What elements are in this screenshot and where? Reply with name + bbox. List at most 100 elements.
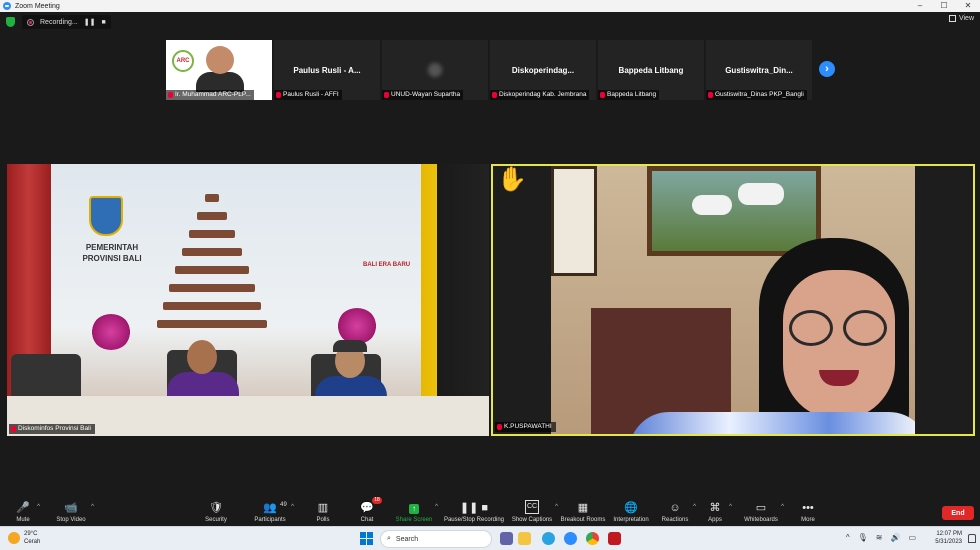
horse-painting [647,166,821,256]
stop-video-button[interactable]: 📹 Stop Video ^ [52,496,94,526]
zoom-icon[interactable] [564,532,577,545]
clock-date: 5/31/2023 [935,539,962,545]
reactions-icon: ☺ [669,502,681,514]
mute-button[interactable]: 🎤 Mute ^ [10,496,40,526]
orchid-flowers [337,308,377,344]
pdf-reader-icon[interactable] [608,532,621,545]
breakout-rooms-button[interactable]: ▦ Breakout Rooms [560,496,606,526]
participant-name: Diskoperindag... [511,65,575,75]
chat-button[interactable]: 💬 18 Chat [356,496,382,526]
video-camera-icon: 📹 [64,502,78,514]
end-meeting-button[interactable]: End [942,506,974,520]
teams-icon[interactable] [500,532,513,545]
raised-hand-icon: ✋ [497,166,527,193]
maximize-button[interactable]: ☐ [932,0,956,12]
mic-muted-icon [276,92,281,98]
interpretation-button[interactable]: 🌐 Interpretation [612,496,650,526]
battery-icon[interactable]: ▭ [908,533,916,542]
participant-label: Paulus Rusli - AFFI [274,90,342,100]
arc-logo: ARC [172,50,194,72]
video-diskominfos[interactable]: PEMERINTAH PROVINSI BALI BALI ERA BARU D… [7,164,489,436]
search-placeholder: Search [395,535,419,543]
file-explorer-icon[interactable] [518,532,531,545]
banner-slogan: BALI ERA BARU [363,262,411,268]
participant-tile[interactable]: Gustiswitra_Din... Gustiswitra_Dinas PKP… [706,40,812,100]
chrome-icon[interactable] [586,532,599,545]
participant-label: Bappeda Litbang [598,90,660,100]
window-title: Zoom Meeting [15,2,60,10]
participant-tile[interactable]: Diskoperindag... Diskoperindag Kab. Jemb… [490,40,596,100]
recording-controls-icon: ❚❚ ■ [459,502,489,514]
shield-icon: 🛡 [209,502,223,514]
participant-label: Gustiswitra_Dinas PKP_Bangli [706,90,807,100]
mic-muted-icon [497,424,502,430]
zoom-logo-icon [3,2,11,10]
telegram-icon[interactable] [542,532,555,545]
polls-button[interactable]: ▥ Polls [312,496,334,526]
clock-time: 12:07 PM [936,531,962,537]
weather-temp: 29°C [24,531,38,537]
polls-icon: ▥ [317,502,329,514]
microphone-icon: 🎤 [16,502,30,514]
recording-indicator: Recording... ❚❚ ■ [22,15,111,29]
participant-tile[interactable]: Paulus Rusli - A... Paulus Rusli - AFFI [274,40,380,100]
security-button[interactable]: 🛡 Security [200,496,232,526]
sun-icon [8,532,20,544]
participant-strip: ARC Ir. Muhammad ARC-PLP... Paulus Rusli… [166,40,812,100]
participant-label: Diskoperindag Kab. Jembrana [490,90,590,100]
system-tray: ^ 🎙 ≋ 🔊 ▭ [846,533,916,542]
participant-name: Bappeda Litbang [618,65,684,75]
participant-tile[interactable]: ARC Ir. Muhammad ARC-PLP... [166,40,272,100]
captions-icon: CC [524,500,540,514]
room-backdrop [551,166,929,434]
more-button[interactable]: ••• More [798,496,818,526]
taskbar-clock[interactable]: 12:07 PM 5/31/2023 [935,530,962,546]
mic-muted-icon [492,92,497,98]
windows-start-icon[interactable] [360,532,373,545]
next-page-button[interactable]: › [819,61,835,77]
stop-recording-button[interactable]: ■ [101,19,105,26]
chat-unread-badge: 18 [372,497,382,504]
participant-tile[interactable]: Bappeda Litbang Bappeda Litbang [598,40,704,100]
participant-tile[interactable]: UNUD-Wayan Supartha [382,40,488,100]
chevron-up-icon: ^ [435,504,438,510]
mic-muted-icon [600,92,605,98]
wifi-icon[interactable]: ≋ [876,533,883,542]
participant-face [206,46,234,74]
search-icon: ⌕ [387,535,391,542]
show-captions-button[interactable]: CC Show Captions ^ [510,496,558,526]
microphone-tray-icon[interactable]: 🎙 [858,533,868,542]
participants-button[interactable]: 👥 49 Participants ^ [250,496,294,526]
meeting-toolbar: 🎤 Mute ^ 📹 Stop Video ^ 🛡 Security 👥 49 Partici… [0,496,980,526]
windows-taskbar: 29°C Cerah ⌕ Search ^ 🎙 ≋ 🔊 ▭ 12:07 PM 5… [0,526,980,550]
apps-button[interactable]: ⌘ Apps ^ [706,496,732,526]
recording-label: Recording... [40,18,78,26]
video-label: Diskominfos Provinsi Bali [9,424,95,434]
taskbar-search[interactable]: ⌕ Search [380,530,492,548]
participant-count: 49 [280,502,287,508]
chevron-up-icon: ^ [693,504,696,510]
notification-bell-icon[interactable] [968,534,976,543]
view-label: View [958,15,974,22]
tray-overflow-icon[interactable]: ^ [846,533,850,542]
weather-condition: Cerah [24,539,41,545]
letterbox-right [915,166,973,434]
mic-muted-icon [708,92,713,98]
view-button[interactable]: View [948,15,974,22]
reactions-button[interactable]: ☺ Reactions ^ [660,496,696,526]
whiteboards-button[interactable]: ▭ Whiteboards ^ [742,496,784,526]
close-button[interactable]: ✕ [956,0,980,12]
minimize-button[interactable]: – [908,0,932,12]
volume-icon[interactable]: 🔊 [890,533,900,542]
more-icon: ••• [802,502,814,514]
share-screen-button[interactable]: ↑ Share Screen ^ [394,496,438,526]
video-active-speaker[interactable]: ✋ K.PUSPAWATHI [491,164,975,436]
recording-dot-icon [27,18,34,26]
pause-stop-recording-button[interactable]: ❚❚ ■ Pause/Stop Recording [442,496,506,526]
pause-recording-button[interactable]: ❚❚ [84,18,96,26]
window-controls: – ☐ ✕ [908,0,980,12]
apps-icon: ⌘ [709,502,721,514]
weather-widget[interactable]: 29°C Cerah [8,530,40,546]
globe-icon: 🌐 [624,502,638,514]
encryption-shield-icon[interactable] [6,17,15,27]
